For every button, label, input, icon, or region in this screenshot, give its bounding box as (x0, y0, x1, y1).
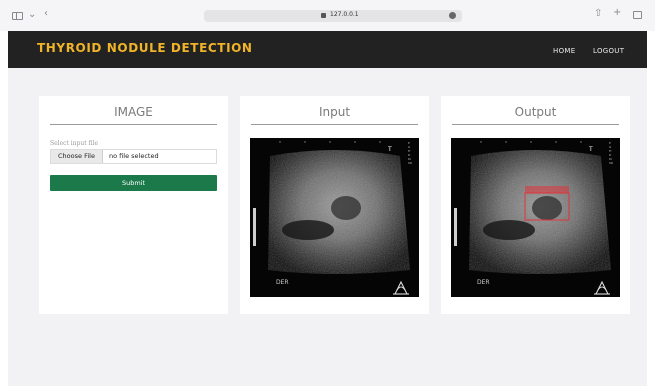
sidebar-icon[interactable] (12, 12, 23, 20)
input-scan-bottom-label: DER (276, 279, 289, 286)
nav-logout-link[interactable]: LOGOUT (593, 47, 624, 55)
back-icon[interactable]: ‹ (44, 9, 48, 19)
page-body: IMAGE Select input file Choose File no f… (8, 68, 647, 386)
submit-button[interactable]: Submit (50, 175, 217, 191)
brand-title[interactable]: THYROID NODULE DETECTION (37, 41, 253, 55)
file-input[interactable]: Choose File no file selected (50, 149, 217, 164)
address-text: 127.0.0.1 (330, 11, 359, 18)
output-card: Output P G Fr D Dr SR T DER (441, 96, 630, 314)
lock-icon (321, 13, 326, 18)
nav-home-link[interactable]: HOME (553, 47, 575, 55)
svg-text:SR: SR (609, 161, 613, 165)
probe-icon (393, 280, 409, 295)
output-ultrasound-image: P G Fr D Dr SR T DER (451, 138, 620, 297)
plus-icon[interactable]: + (613, 8, 621, 18)
reload-icon[interactable] (449, 12, 456, 19)
output-scan-bottom-label: DER (477, 279, 490, 286)
tabs-icon[interactable] (633, 11, 642, 19)
address-bar[interactable]: 127.0.0.1 (204, 10, 462, 22)
svg-text:SR: SR (408, 161, 412, 165)
probe-icon (594, 280, 610, 295)
file-input-label: Select input file (50, 140, 99, 147)
site-navbar: THYROID NODULE DETECTION HOME LOGOUT (8, 31, 647, 68)
browser-toolbar: ⌄ ‹ 127.0.0.1 ⇧ + (0, 0, 655, 31)
input-card-title: Input (251, 105, 418, 125)
choose-file-button[interactable]: Choose File (51, 150, 103, 163)
input-card: Input P G Fr D Dr SR T DER (240, 96, 429, 314)
image-card: IMAGE Select input file Choose File no f… (39, 96, 228, 314)
image-card-title: IMAGE (50, 105, 217, 125)
share-icon[interactable]: ⇧ (594, 9, 602, 19)
input-scan-top-label: T (387, 146, 392, 153)
input-ultrasound-image: P G Fr D Dr SR T DER (250, 138, 419, 297)
chevron-down-icon[interactable]: ⌄ (28, 10, 36, 20)
output-card-title: Output (452, 105, 619, 125)
output-scan-top-label: T (588, 146, 593, 153)
file-status-text: no file selected (109, 152, 159, 160)
